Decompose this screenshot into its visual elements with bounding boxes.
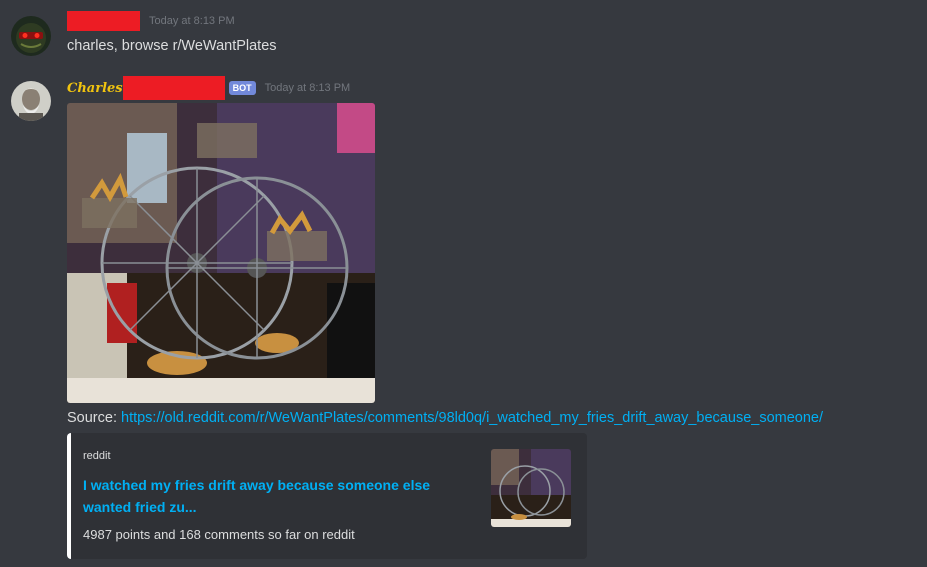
timestamp: Today at 8:13 PM	[149, 15, 235, 27]
embed-description: 4987 points and 168 comments so far on r…	[83, 527, 355, 542]
message-user: Today at 8:13 PM charles, browse r/WeWan…	[0, 0, 927, 70]
message-text: charles, browse r/WeWantPlates	[67, 38, 277, 54]
embed-provider: reddit	[83, 450, 111, 462]
user-avatar[interactable]	[11, 16, 51, 56]
bot-avatar[interactable]	[11, 81, 51, 121]
embed-title-link[interactable]: I watched my fries drift away because so…	[83, 474, 453, 518]
message-header: Charles BOT Today at 8:13 PM	[67, 76, 350, 100]
source-link[interactable]: https://old.reddit.com/r/WeWantPlates/co…	[121, 410, 823, 426]
message-header: Today at 8:13 PM	[67, 11, 235, 31]
attached-image[interactable]	[67, 103, 375, 403]
timestamp: Today at 8:13 PM	[264, 82, 351, 94]
embed-thumbnail[interactable]	[491, 449, 571, 527]
link-embed: reddit I watched my fries drift away bec…	[67, 433, 587, 559]
bot-tag-badge: BOT	[228, 81, 256, 95]
bot-username[interactable]: Charles	[67, 81, 123, 96]
redacted-username	[122, 76, 225, 100]
source-label: Source:	[67, 410, 121, 426]
redacted-username	[67, 11, 140, 31]
source-line: Source: https://old.reddit.com/r/WeWantP…	[67, 410, 823, 426]
